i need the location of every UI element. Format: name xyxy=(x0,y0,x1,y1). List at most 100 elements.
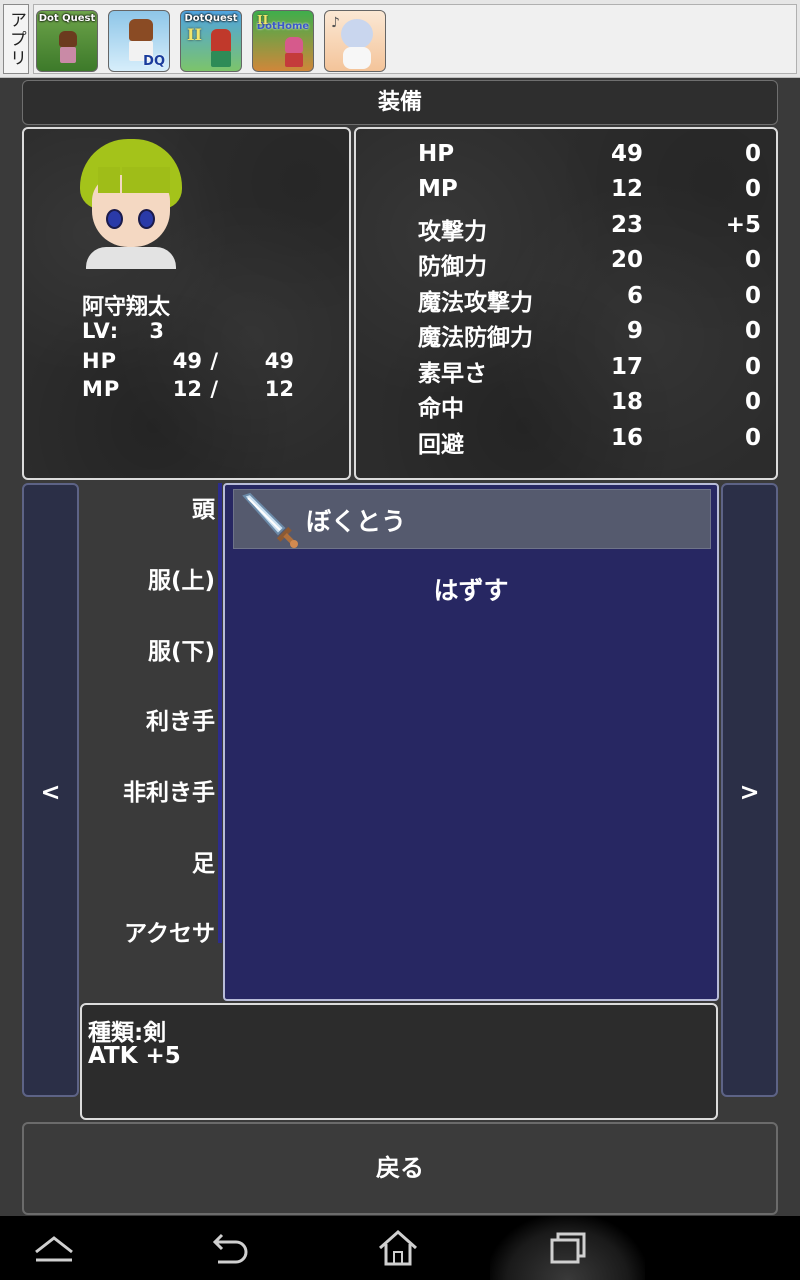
portrait-bang xyxy=(98,167,120,193)
app-icon-numeral: II xyxy=(187,25,202,44)
stat-value: 18 xyxy=(610,389,643,415)
sprite-head xyxy=(211,29,231,53)
app-icon-dotquest-2[interactable]: DotQuest II xyxy=(180,10,242,72)
next-character-button[interactable]: > xyxy=(721,483,778,1097)
stat-modifier: +5 xyxy=(725,212,761,238)
stat-row-defense: 防御力 20 0 xyxy=(418,247,763,281)
stat-label: 命中 xyxy=(418,396,464,422)
stat-modifier: 0 xyxy=(744,389,761,415)
character-portrait xyxy=(72,137,190,269)
hp-label: HP xyxy=(82,349,117,373)
system-navigation-bar xyxy=(0,1216,800,1280)
music-note-icon: ♪ xyxy=(331,15,340,31)
portrait-bang xyxy=(122,167,148,193)
sprite-head xyxy=(129,19,153,41)
stat-value: 49 xyxy=(610,141,643,167)
prev-character-button[interactable]: < xyxy=(22,483,79,1097)
level-label: LV: xyxy=(82,319,120,343)
slot-bottom-clothes[interactable]: 服(下) xyxy=(148,632,215,666)
item-type: 種類:剣 xyxy=(88,1020,167,1046)
stat-label: 防御力 xyxy=(418,254,487,280)
mp-current: 12 xyxy=(172,377,202,401)
item-description: 種類:剣 ATK +5 xyxy=(80,1003,718,1120)
slot-top-clothes[interactable]: 服(上) xyxy=(148,561,215,595)
sprite-body xyxy=(60,47,76,63)
sprite-head xyxy=(285,37,303,53)
item-effect: ATK +5 xyxy=(88,1043,181,1069)
stat-row-accuracy: 命中 18 0 xyxy=(418,389,763,423)
stat-row-speed: 素早さ 17 0 xyxy=(418,354,763,388)
stat-label: 攻撃力 xyxy=(418,219,487,245)
stat-modifier: 0 xyxy=(744,425,761,451)
stat-value: 9 xyxy=(626,318,643,344)
slot-feet[interactable]: 足 xyxy=(192,844,215,878)
stat-value: 6 xyxy=(626,283,643,309)
unequip-option[interactable]: はずす xyxy=(225,571,717,607)
app-icon-dq[interactable]: DQ xyxy=(108,10,170,72)
apps-label[interactable]: アプリ xyxy=(3,4,29,74)
stat-row-magic-defense: 魔法防御力 9 0 xyxy=(418,318,763,352)
sword-icon xyxy=(242,492,298,548)
stat-label: 回避 xyxy=(418,432,464,458)
back-button[interactable]: 戻る xyxy=(22,1122,778,1215)
equipment-list: ぼくとう はずす xyxy=(223,483,719,1001)
character-panel: 阿守翔太 LV: 3 HP 49 / 49 MP 12 / 12 xyxy=(22,127,351,480)
stat-value: 12 xyxy=(610,176,643,202)
stat-row-attack: 攻撃力 23 +5 xyxy=(418,212,763,246)
app-icon-caption: Dot Quest xyxy=(38,13,96,24)
stats-panel: HP 49 0 MP 12 0 攻撃力 23 +5 防御力 20 0 魔法攻撃力… xyxy=(354,127,778,480)
app-icon-caption: DotQuest xyxy=(184,13,238,24)
recent-apps-icon[interactable] xyxy=(546,1226,590,1270)
stat-row-magic-attack: 魔法攻撃力 6 0 xyxy=(418,283,763,317)
slot-accessory[interactable]: アクセサ xyxy=(124,914,215,948)
hp-separator: / xyxy=(210,349,218,373)
stat-modifier: 0 xyxy=(744,176,761,202)
stat-label: 素早さ xyxy=(418,361,487,387)
sprite-body xyxy=(343,47,371,69)
stat-value: 17 xyxy=(610,354,643,380)
stat-row-mp: MP 12 0 xyxy=(418,176,763,210)
stat-modifier: 0 xyxy=(744,247,761,273)
slot-head[interactable]: 頭 xyxy=(192,490,215,524)
hp-max: 49 xyxy=(264,349,294,373)
stat-modifier: 0 xyxy=(744,354,761,380)
stat-label: MP xyxy=(418,176,458,202)
stat-modifier: 0 xyxy=(744,141,761,167)
slot-off-hand[interactable]: 非利き手 xyxy=(123,773,215,807)
character-name: 阿守翔太 xyxy=(82,295,171,320)
stat-row-hp: HP 49 0 xyxy=(418,141,763,175)
equipment-item-name: ぼくとう xyxy=(306,507,407,536)
app-icon-numeral: II xyxy=(257,13,269,27)
app-tray: Dot Quest DQ DotQuest II DotHome II ♪ xyxy=(33,4,797,74)
back-arrow-icon[interactable] xyxy=(206,1226,250,1270)
equipment-item-selected[interactable]: ぼくとう xyxy=(233,489,711,549)
home-icon[interactable] xyxy=(376,1226,420,1270)
app-icon-caption: DQ xyxy=(143,54,165,69)
mp-separator: / xyxy=(210,377,218,401)
level-value: 3 xyxy=(149,319,164,343)
stat-label: 魔法攻撃力 xyxy=(418,290,533,316)
portrait-bang xyxy=(148,167,170,193)
page-title: 装備 xyxy=(22,80,778,125)
app-icon-character[interactable]: ♪ xyxy=(324,10,386,72)
mp-label: MP xyxy=(82,377,121,401)
slot-selection-indicator xyxy=(218,483,222,943)
sprite-body xyxy=(211,51,231,67)
app-launcher-bar: アプリ Dot Quest DQ DotQuest II DotHome II xyxy=(0,0,800,78)
sprite-body xyxy=(285,53,303,67)
stat-modifier: 0 xyxy=(744,318,761,344)
chevron-up-icon[interactable] xyxy=(32,1226,76,1270)
app-icon-dothome[interactable]: DotHome II xyxy=(252,10,314,72)
stat-row-evasion: 回避 16 0 xyxy=(418,425,763,459)
portrait-eye xyxy=(138,209,155,229)
portrait-shirt xyxy=(86,247,176,269)
app-icon-dot-quest[interactable]: Dot Quest xyxy=(36,10,98,72)
portrait-eye xyxy=(106,209,123,229)
stat-value: 23 xyxy=(610,212,643,238)
hp-current: 49 xyxy=(172,349,202,373)
mp-max: 12 xyxy=(264,377,294,401)
stat-label: HP xyxy=(418,141,455,167)
stat-label: 魔法防御力 xyxy=(418,325,533,351)
stat-value: 16 xyxy=(610,425,643,451)
slot-main-hand[interactable]: 利き手 xyxy=(146,702,215,736)
